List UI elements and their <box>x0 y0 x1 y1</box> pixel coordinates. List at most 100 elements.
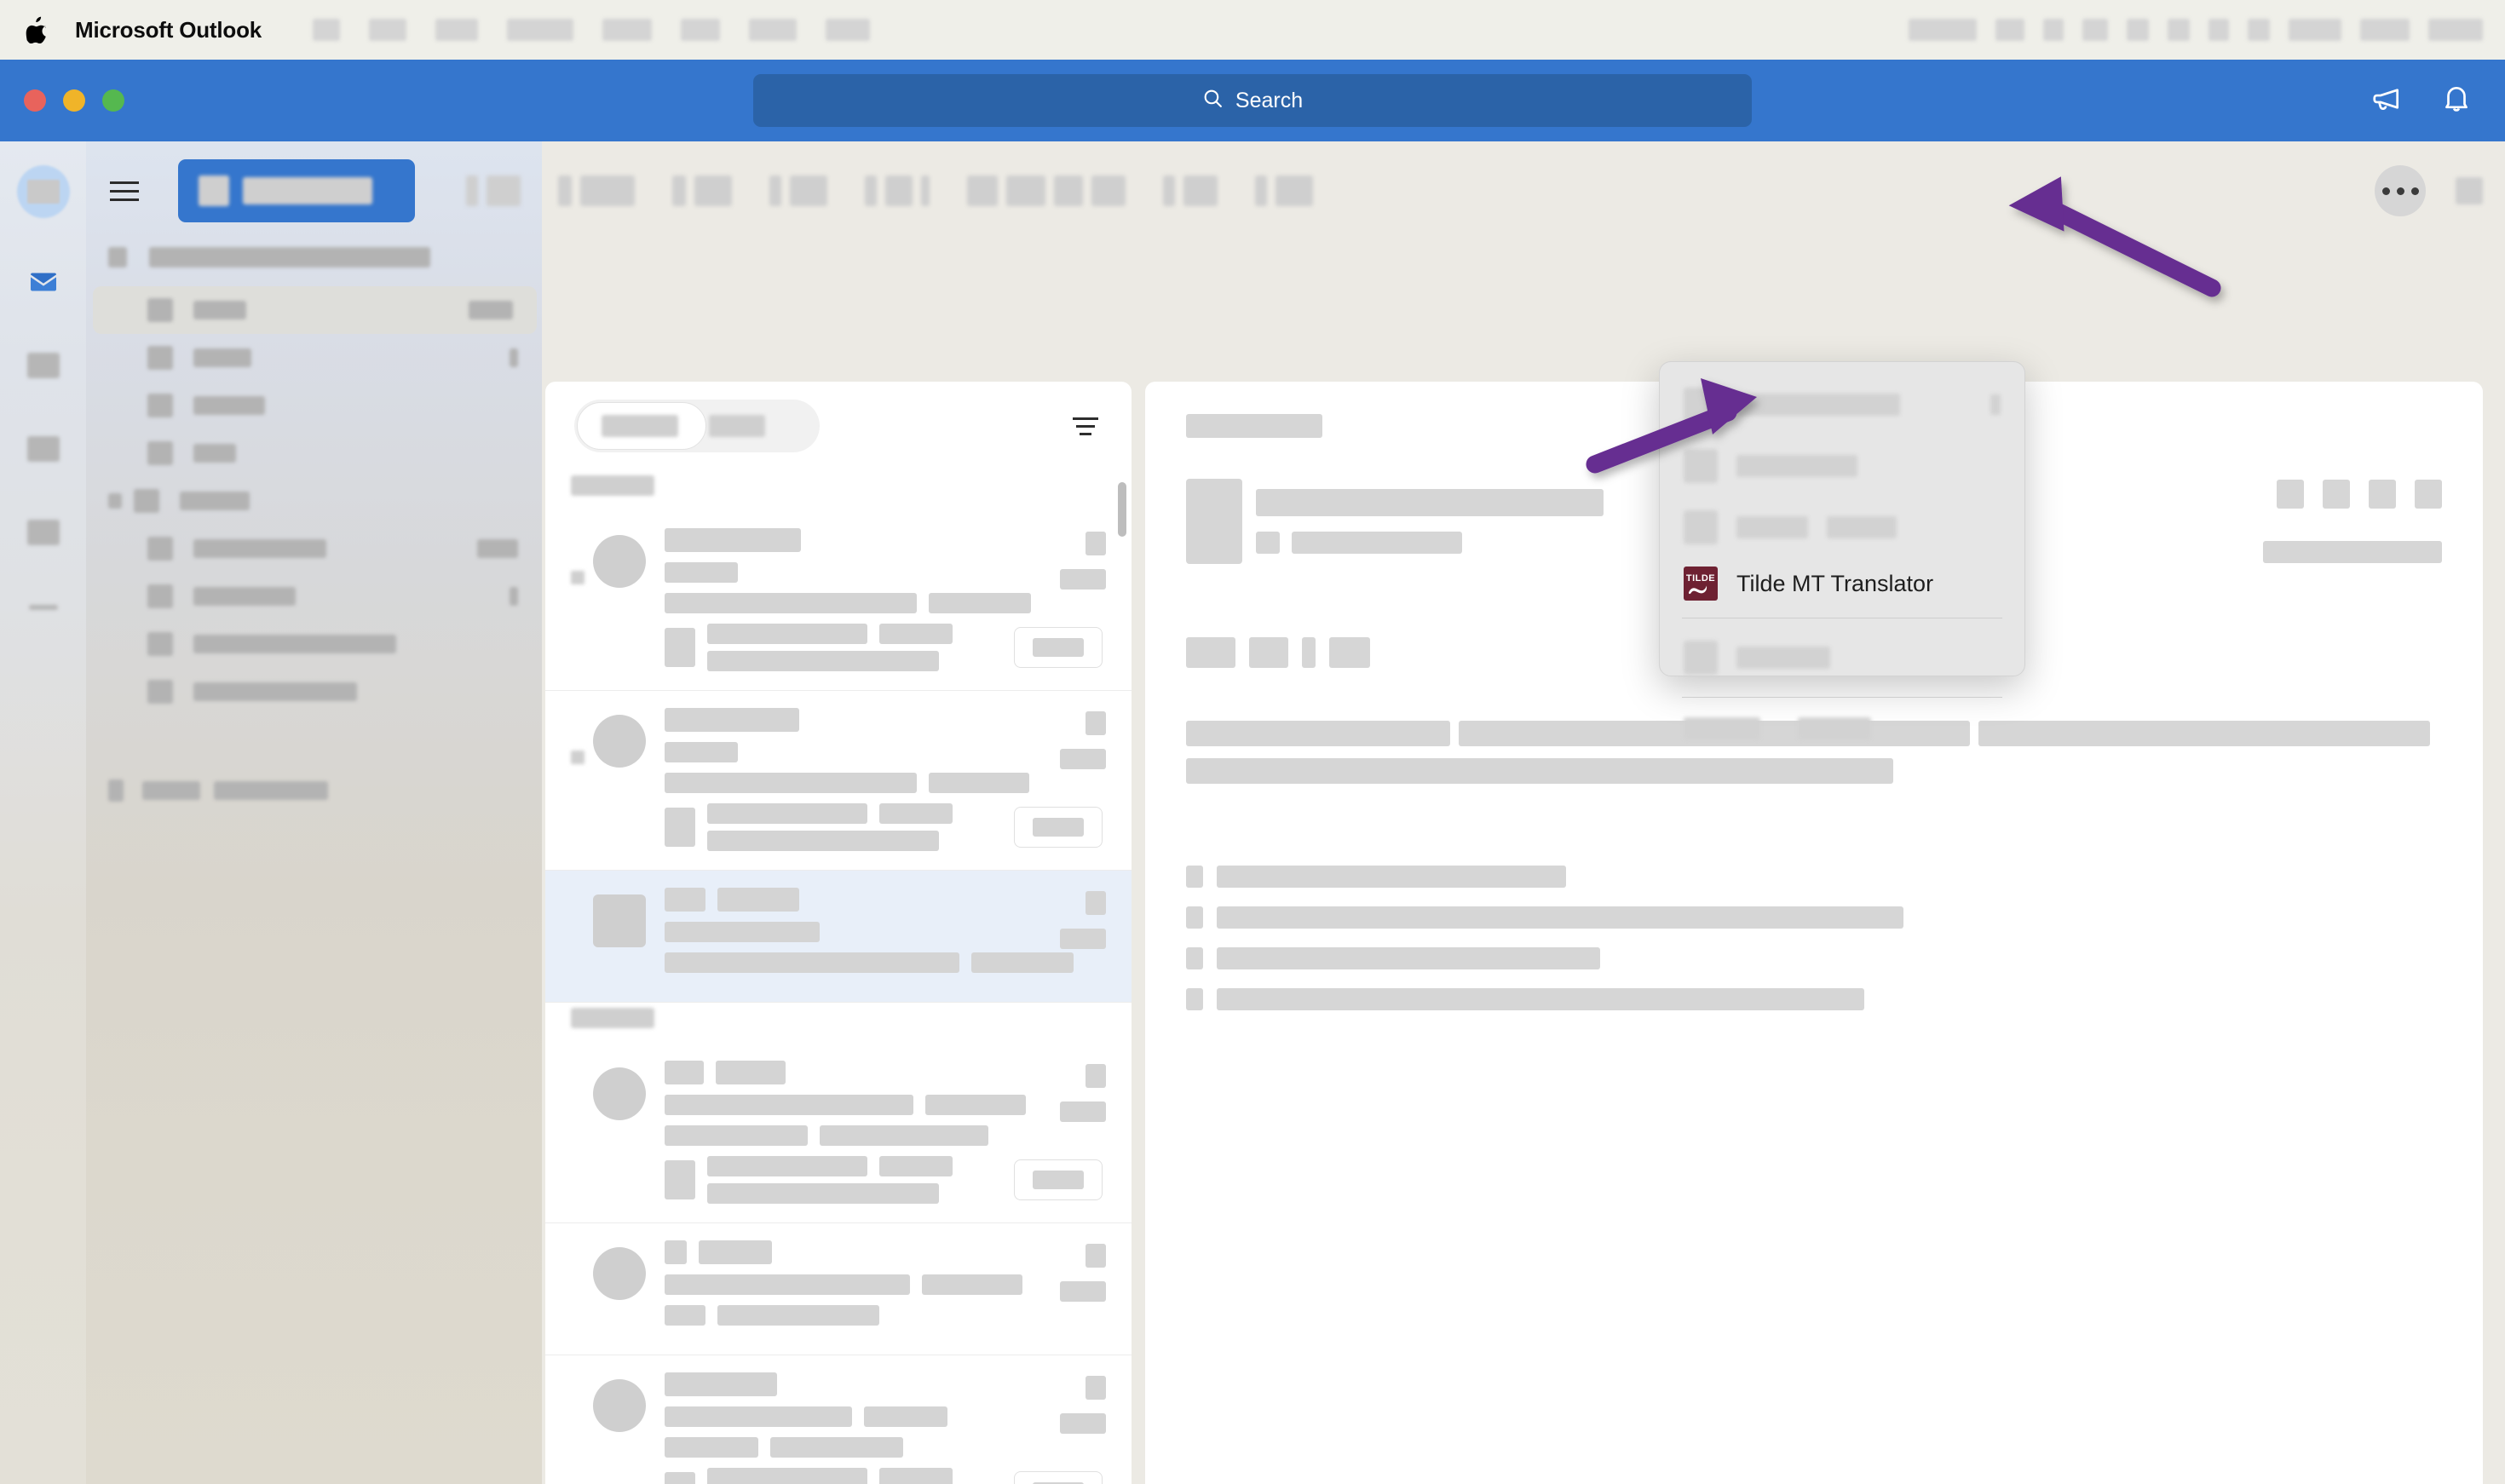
message-list-item[interactable] <box>545 1355 1132 1484</box>
message-list-scrollbar[interactable] <box>1118 482 1126 1484</box>
toolbar-end-item[interactable] <box>2456 177 2483 204</box>
toolbar-group-3[interactable] <box>769 175 827 206</box>
macos-menu-item[interactable] <box>826 19 871 41</box>
attachment-action-button[interactable] <box>1014 627 1103 668</box>
attachment-thumbnail[interactable] <box>665 808 695 847</box>
window-controls[interactable] <box>24 89 124 112</box>
folder-item-4[interactable] <box>86 477 542 525</box>
search-input[interactable]: Search <box>753 74 1752 127</box>
menu-footer-items[interactable] <box>1660 706 2024 751</box>
menu-item-2[interactable] <box>1660 497 2024 558</box>
message-list-item[interactable] <box>545 511 1132 691</box>
sidebar-item-files[interactable] <box>24 513 63 552</box>
macos-status-item[interactable] <box>2208 19 2229 41</box>
folder-item-2[interactable] <box>86 382 542 429</box>
toolbar-command[interactable] <box>967 175 998 206</box>
sidebar-item-mail[interactable] <box>24 262 63 302</box>
zoom-button[interactable] <box>102 89 124 112</box>
message-flag-icon[interactable] <box>1086 1376 1106 1400</box>
toolbar-command[interactable] <box>558 175 572 206</box>
toolbar-command[interactable] <box>580 175 635 206</box>
toolbar-group-2[interactable] <box>672 175 732 206</box>
macos-menu-item[interactable] <box>435 19 479 41</box>
menu-item-chevron-icon[interactable] <box>1990 394 2001 415</box>
megaphone-icon[interactable] <box>2370 83 2403 119</box>
message-flag-icon[interactable] <box>1086 711 1106 735</box>
close-button[interactable] <box>24 89 46 112</box>
message-flag-icon[interactable] <box>1086 532 1106 555</box>
attachment-action-button[interactable] <box>1014 807 1103 848</box>
macos-status-item[interactable] <box>2082 19 2108 41</box>
macos-status-item[interactable] <box>2127 19 2149 41</box>
toolbar-command[interactable] <box>1091 175 1126 206</box>
avatar[interactable] <box>16 165 70 218</box>
folder-item-0[interactable] <box>93 286 537 334</box>
unread-indicator[interactable] <box>571 571 584 584</box>
more-apps-icon[interactable] <box>28 605 58 610</box>
attachment-thumbnail[interactable] <box>665 1472 695 1484</box>
reader-action-1[interactable] <box>2277 480 2304 509</box>
macos-status-item[interactable] <box>2168 19 2190 41</box>
toolbar-group-4[interactable] <box>865 175 930 206</box>
macos-menu-item[interactable] <box>749 19 798 41</box>
macos-menu-item[interactable] <box>313 19 341 41</box>
macos-status-item[interactable] <box>1995 19 2024 41</box>
attachment-row[interactable] <box>665 1156 1103 1204</box>
folder-expand-icon[interactable] <box>108 493 122 509</box>
menu-item-1[interactable] <box>1660 435 2024 497</box>
hamburger-icon[interactable] <box>110 171 149 210</box>
folder-footer-label[interactable] <box>142 781 200 800</box>
attachment-thumbnail[interactable] <box>665 628 695 667</box>
toolbar-group-1[interactable] <box>558 175 635 206</box>
tab-other[interactable] <box>709 415 765 437</box>
toolbar-group-0[interactable] <box>466 175 521 206</box>
macos-menu-items[interactable] <box>313 19 899 41</box>
reader-action-4[interactable] <box>2415 480 2442 509</box>
reader-action-2[interactable] <box>2323 480 2350 509</box>
macos-status-item[interactable] <box>2289 19 2341 41</box>
toolbar-group-7[interactable] <box>1255 175 1313 206</box>
toolbar-command[interactable] <box>865 175 877 206</box>
menu-footer-item-1[interactable] <box>1798 717 1871 739</box>
macos-menu-item[interactable] <box>369 19 407 41</box>
toolbar-command[interactable] <box>1276 175 1313 206</box>
bell-icon[interactable] <box>2440 83 2473 119</box>
toolbar-group-5[interactable] <box>967 175 1126 206</box>
attachment-thumbnail[interactable] <box>665 1160 695 1199</box>
toolbar-command[interactable] <box>790 175 827 206</box>
folder-item-8[interactable] <box>86 668 542 716</box>
toolbar-group-6[interactable] <box>1163 175 1218 206</box>
macos-menu-item[interactable] <box>681 19 721 41</box>
toolbar-command[interactable] <box>466 175 478 206</box>
toolbar-command[interactable] <box>885 175 913 206</box>
macos-menu-item[interactable] <box>507 19 574 41</box>
menu-item-after-0[interactable] <box>1660 627 2024 688</box>
toolbar-command[interactable] <box>1006 175 1045 206</box>
attachment-row[interactable] <box>665 624 1103 671</box>
reader-action-3[interactable] <box>2369 480 2396 509</box>
menu-footer-item-0[interactable] <box>1684 717 1760 739</box>
folder-item-6[interactable] <box>86 572 542 620</box>
toolbar-command[interactable] <box>487 175 521 206</box>
folder-sidebar-footer[interactable] <box>86 767 542 814</box>
unread-indicator[interactable] <box>571 751 584 764</box>
folder-footer-icon[interactable] <box>108 779 124 802</box>
message-flag-icon[interactable] <box>1086 1064 1106 1088</box>
tab-focused[interactable] <box>602 415 678 437</box>
focus-tabs[interactable] <box>574 400 820 452</box>
scrollbar-thumb[interactable] <box>1118 482 1126 537</box>
menu-item-0[interactable] <box>1660 374 2024 435</box>
macos-status-item[interactable] <box>1909 19 1977 41</box>
message-list-item[interactable] <box>545 871 1132 1003</box>
minimize-button[interactable] <box>63 89 85 112</box>
folder-item-5[interactable] <box>86 525 542 572</box>
attachment-row[interactable] <box>665 803 1103 851</box>
toolbar-command[interactable] <box>1163 175 1175 206</box>
toolbar-command[interactable] <box>1054 175 1083 206</box>
filter-icon[interactable] <box>1068 409 1103 443</box>
sidebar-item-people[interactable] <box>24 429 63 469</box>
toolbar-command[interactable] <box>672 175 686 206</box>
attachment-action-button[interactable] <box>1014 1471 1103 1484</box>
message-list-item[interactable] <box>545 1044 1132 1223</box>
message-list-item[interactable] <box>545 1223 1132 1355</box>
